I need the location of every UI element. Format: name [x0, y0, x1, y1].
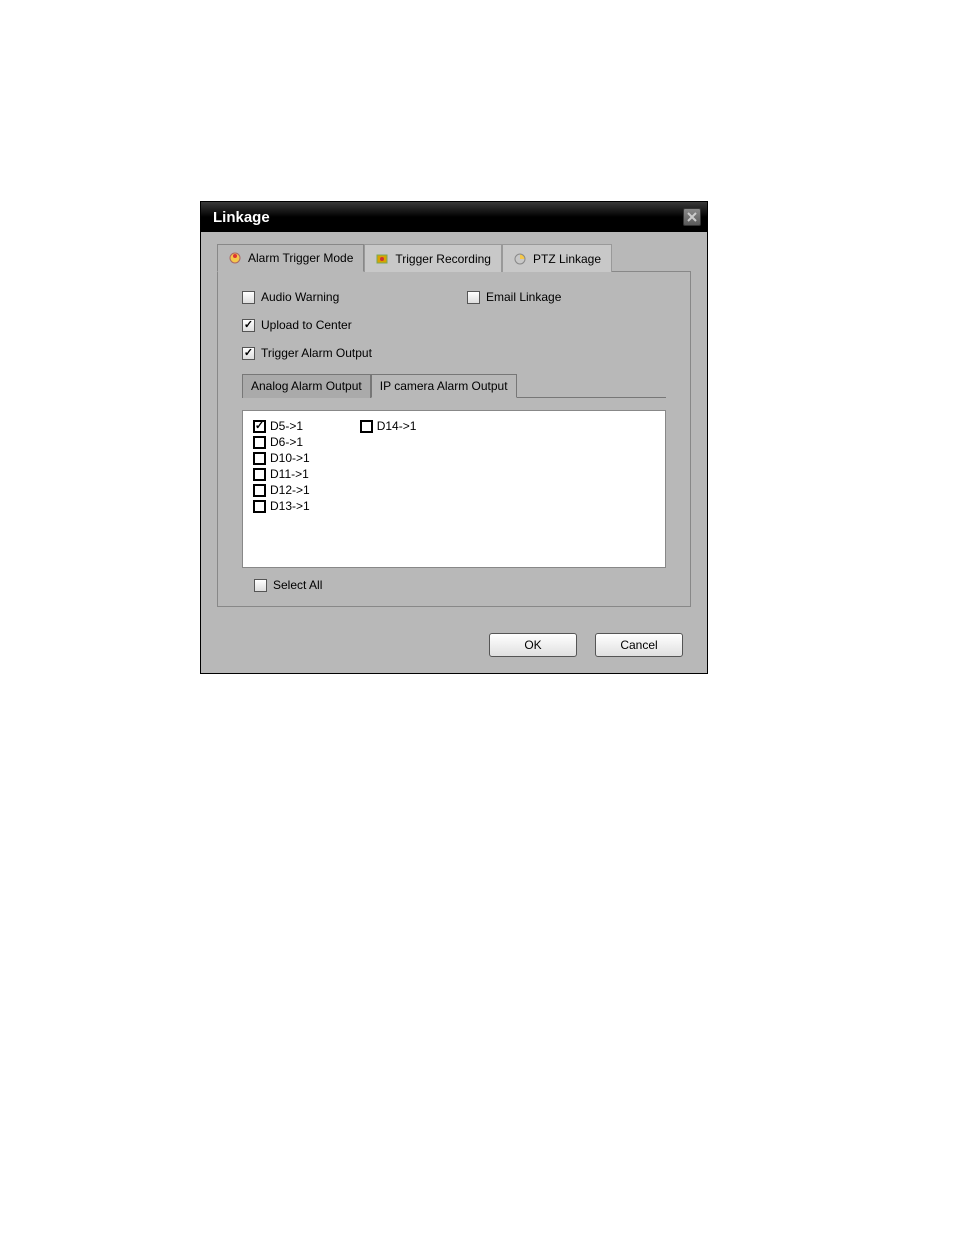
dialog-buttons: OK Cancel	[217, 633, 691, 657]
subtab-label: Analog Alarm Output	[251, 379, 362, 393]
tab-alarm-trigger-mode[interactable]: Alarm Trigger Mode	[217, 244, 364, 272]
output-column-1: D5->1 D6->1 D10->1 D11->1	[253, 419, 310, 559]
cancel-button[interactable]: Cancel	[595, 633, 683, 657]
tab-label: Alarm Trigger Mode	[248, 251, 353, 265]
checkbox-select-all[interactable]	[254, 579, 267, 592]
tab-label: PTZ Linkage	[533, 252, 601, 266]
output-item-d11-1[interactable]: D11->1	[253, 467, 310, 481]
output-item-d13-1[interactable]: D13->1	[253, 499, 310, 513]
output-item-d12-1[interactable]: D12->1	[253, 483, 310, 497]
checkbox-d11-1[interactable]	[253, 468, 266, 481]
output-column-2: D14->1	[360, 419, 417, 559]
close-icon	[687, 212, 697, 222]
tab-label: Trigger Recording	[395, 252, 491, 266]
record-icon	[375, 252, 389, 266]
sub-tabs: Analog Alarm Output IP camera Alarm Outp…	[242, 374, 666, 398]
tab-trigger-recording[interactable]: Trigger Recording	[364, 244, 502, 272]
titlebar: Linkage	[201, 202, 707, 232]
ptz-icon	[513, 252, 527, 266]
option-audio-warning[interactable]: Audio Warning	[242, 290, 467, 304]
subtab-label: IP camera Alarm Output	[380, 379, 508, 393]
output-label: D5->1	[270, 419, 303, 433]
checkbox-d14-1[interactable]	[360, 420, 373, 433]
subtab-analog-alarm-output[interactable]: Analog Alarm Output	[242, 374, 371, 398]
alarm-trigger-panel: Audio Warning Email Linkage Upload to Ce…	[217, 272, 691, 607]
tab-ptz-linkage[interactable]: PTZ Linkage	[502, 244, 612, 272]
output-item-d5-1[interactable]: D5->1	[253, 419, 310, 433]
output-item-d10-1[interactable]: D10->1	[253, 451, 310, 465]
option-label: Audio Warning	[261, 290, 339, 304]
checkbox-d6-1[interactable]	[253, 436, 266, 449]
output-label: D6->1	[270, 435, 303, 449]
checkbox-email-linkage[interactable]	[467, 291, 480, 304]
checkbox-d13-1[interactable]	[253, 500, 266, 513]
select-all-option[interactable]: Select All	[242, 578, 666, 592]
checkbox-d5-1[interactable]	[253, 420, 266, 433]
output-label: D11->1	[270, 467, 309, 481]
alarm-output-list: D5->1 D6->1 D10->1 D11->1	[242, 410, 666, 568]
checkbox-upload-to-center[interactable]	[242, 319, 255, 332]
option-trigger-alarm-output[interactable]: Trigger Alarm Output	[242, 346, 467, 360]
output-label: D12->1	[270, 483, 310, 497]
subtab-ip-camera-alarm-output[interactable]: IP camera Alarm Output	[371, 374, 517, 398]
linkage-dialog: Linkage Alarm Trigger Mode Trigger Recor…	[200, 201, 708, 674]
option-label: Trigger Alarm Output	[261, 346, 372, 360]
checkbox-trigger-alarm-output[interactable]	[242, 347, 255, 360]
output-label: D13->1	[270, 499, 310, 513]
option-upload-to-center[interactable]: Upload to Center	[242, 318, 467, 332]
checkbox-d12-1[interactable]	[253, 484, 266, 497]
option-label: Email Linkage	[486, 290, 561, 304]
dialog-title: Linkage	[213, 209, 270, 226]
output-item-d6-1[interactable]: D6->1	[253, 435, 310, 449]
main-tabs: Alarm Trigger Mode Trigger Recording PTZ…	[217, 244, 691, 272]
bell-icon	[228, 251, 242, 265]
output-label: D10->1	[270, 451, 310, 465]
close-button[interactable]	[683, 208, 701, 226]
option-email-linkage[interactable]: Email Linkage	[467, 290, 692, 304]
checkbox-d10-1[interactable]	[253, 452, 266, 465]
output-label: D14->1	[377, 419, 417, 433]
ok-button[interactable]: OK	[489, 633, 577, 657]
option-label: Upload to Center	[261, 318, 352, 332]
dialog-body: Alarm Trigger Mode Trigger Recording PTZ…	[201, 232, 707, 673]
select-all-label: Select All	[273, 578, 322, 592]
checkbox-audio-warning[interactable]	[242, 291, 255, 304]
output-item-d14-1[interactable]: D14->1	[360, 419, 417, 433]
